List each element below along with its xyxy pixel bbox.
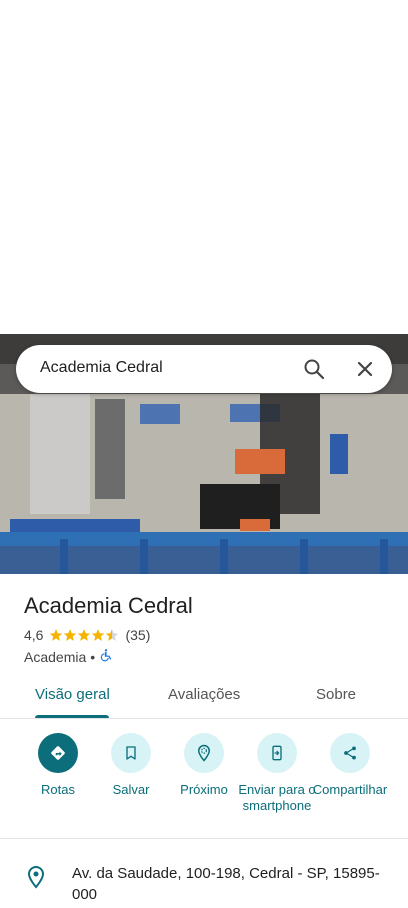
active-tab-indicator	[35, 715, 109, 718]
share-label: Compartilhar	[312, 782, 388, 797]
search-icon[interactable]	[302, 357, 326, 381]
bookmark-icon	[111, 733, 151, 773]
star-icon	[50, 629, 63, 641]
review-count[interactable]: (35)	[125, 627, 150, 643]
close-icon[interactable]	[353, 357, 377, 381]
send-to-phone-icon	[257, 733, 297, 773]
nearby-icon	[184, 733, 224, 773]
tab-overview[interactable]: Visão geral	[35, 686, 110, 703]
directions-button[interactable]: Rotas	[18, 733, 98, 798]
location-pin-icon	[24, 865, 48, 889]
directions-icon	[38, 733, 78, 773]
share-button[interactable]: Compartilhar	[310, 733, 390, 798]
nearby-label: Próximo	[180, 782, 228, 797]
category-row: Academia •	[24, 648, 113, 665]
star-half-icon	[106, 629, 119, 641]
tab-reviews[interactable]: Avaliações	[168, 686, 240, 703]
share-icon	[330, 733, 370, 773]
separator: •	[90, 648, 96, 665]
tab-bar: Visão geral Avaliações Sobre	[0, 672, 408, 719]
rating-row[interactable]: 4,6 (35)	[24, 627, 150, 643]
star-icon	[78, 629, 91, 641]
nearby-button[interactable]: Próximo	[164, 733, 244, 798]
place-category: Academia	[24, 648, 87, 665]
send-to-phone-label: Enviar para o smartphone	[238, 782, 316, 813]
send-to-phone-button[interactable]: Enviar para o smartphone	[237, 733, 317, 814]
search-bar[interactable]: Academia Cedral	[16, 345, 392, 393]
search-input[interactable]: Academia Cedral	[40, 359, 163, 377]
save-button[interactable]: Salvar	[91, 733, 171, 798]
place-title: Academia Cedral	[24, 593, 193, 618]
save-label: Salvar	[112, 782, 150, 797]
directions-label: Rotas	[41, 782, 75, 797]
tab-about[interactable]: Sobre	[316, 686, 356, 703]
star-icon	[92, 629, 105, 641]
wheelchair-accessible-icon	[99, 648, 113, 665]
star-rating	[49, 628, 119, 642]
star-icon	[64, 629, 77, 641]
divider	[0, 838, 408, 839]
address-text[interactable]: Av. da Saudade, 100-198, Cedral - SP, 15…	[72, 863, 382, 905]
rating-value: 4,6	[24, 627, 44, 643]
